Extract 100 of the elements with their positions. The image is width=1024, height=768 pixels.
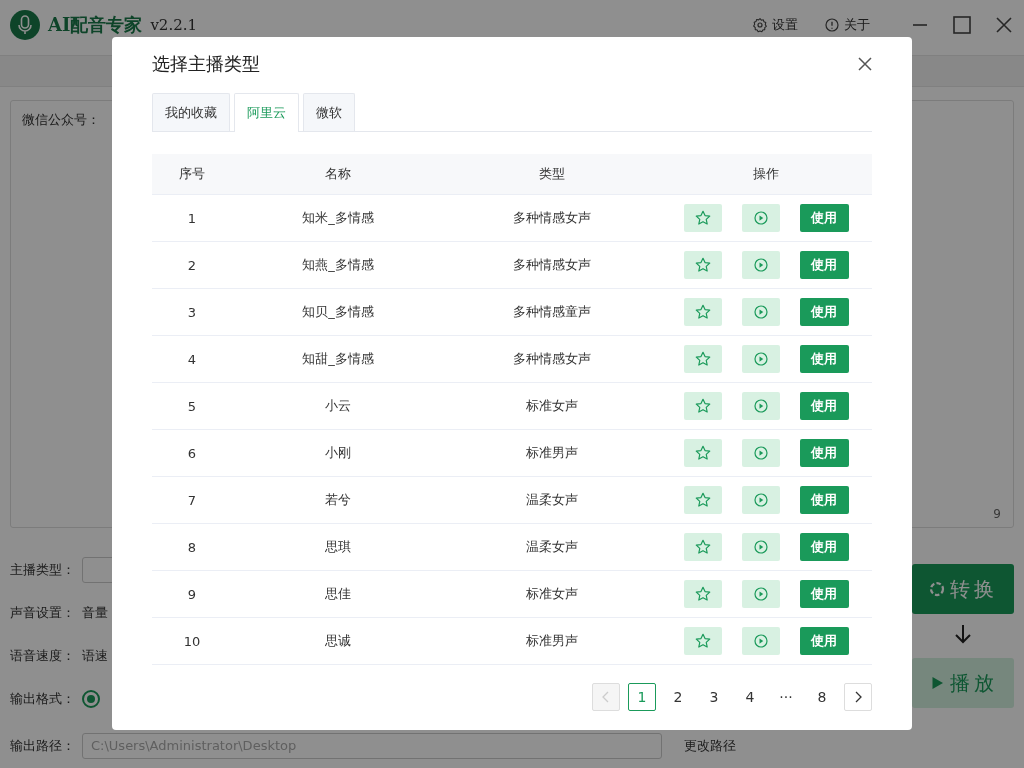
star-button[interactable] [683, 345, 722, 373]
change-path-link[interactable]: 更改路径 [684, 736, 736, 755]
table-cell: 标准女声 [444, 570, 660, 618]
star-button[interactable] [683, 439, 722, 467]
star-button[interactable] [683, 298, 722, 326]
use-button[interactable]: 使用 [799, 486, 849, 514]
star-button[interactable] [683, 627, 722, 655]
table-cell: 知燕_多情感 [232, 241, 444, 289]
play-preview-button[interactable] [741, 204, 780, 232]
column-header: 类型 [444, 154, 660, 195]
star-button[interactable] [683, 533, 722, 561]
play-icon [751, 491, 770, 509]
star-icon [693, 256, 712, 274]
play-icon [751, 397, 770, 415]
table-cell: 标准女声 [444, 382, 660, 430]
star-button[interactable] [683, 486, 722, 514]
play-icon [751, 256, 770, 274]
format-radio[interactable] [82, 689, 100, 708]
table-cell: 温柔女声 [444, 523, 660, 571]
app-title: AI配音专家 [48, 13, 143, 37]
tab[interactable]: 我的收藏 [152, 93, 230, 131]
table-cell: 温柔女声 [444, 476, 660, 524]
column-header: 名称 [232, 154, 444, 195]
use-button[interactable]: 使用 [799, 392, 849, 420]
play-preview-button[interactable] [741, 298, 780, 326]
maximize-icon[interactable] [952, 15, 972, 35]
star-icon [693, 585, 712, 603]
table-cell: 4 [152, 335, 232, 383]
tab[interactable]: 微软 [303, 93, 355, 131]
star-icon [693, 303, 712, 321]
microphone-logo-icon [10, 10, 40, 40]
tab[interactable]: 阿里云 [234, 93, 299, 132]
play-preview-button[interactable] [741, 345, 780, 373]
play-preview-button[interactable] [741, 439, 780, 467]
play-preview-button[interactable] [741, 486, 780, 514]
table-cell: 思佳 [232, 570, 444, 618]
table-cell: 5 [152, 382, 232, 430]
table-cell: 多种情感童声 [444, 288, 660, 336]
page-button[interactable]: 1 [628, 683, 656, 711]
star-icon [693, 632, 712, 650]
close-icon[interactable] [858, 57, 872, 71]
form-label: 语音速度： [10, 646, 76, 665]
next-page-button[interactable] [844, 683, 872, 711]
dialog-title: 选择主播类型 [152, 52, 260, 76]
form-label: 声音设置： [10, 603, 76, 622]
play-icon [751, 303, 770, 321]
use-button[interactable]: 使用 [799, 580, 849, 608]
close-icon[interactable] [994, 15, 1014, 35]
table-cell: 若兮 [232, 476, 444, 524]
play-button[interactable]: 播放 [912, 658, 1014, 708]
table-cell: 知米_多情感 [232, 194, 444, 242]
column-header: 操作 [660, 154, 872, 195]
table-cell: 知贝_多情感 [232, 288, 444, 336]
play-preview-button[interactable] [741, 392, 780, 420]
table-cell: 7 [152, 476, 232, 524]
play-preview-button[interactable] [741, 251, 780, 279]
star-button[interactable] [683, 251, 722, 279]
app-version: v2.2.1 [150, 16, 198, 34]
table-cell: 8 [152, 523, 232, 571]
play-icon [751, 632, 770, 650]
char-counter: 9 [993, 507, 1001, 521]
menu-item[interactable]: 设置 [752, 16, 798, 34]
play-preview-button[interactable] [741, 580, 780, 608]
star-icon [693, 444, 712, 462]
use-button[interactable]: 使用 [799, 204, 849, 232]
table-cell: 思诚 [232, 617, 444, 665]
star-button[interactable] [683, 580, 722, 608]
table-cell: 标准男声 [444, 617, 660, 665]
use-button[interactable]: 使用 [799, 627, 849, 655]
form-label: 主播类型： [10, 560, 76, 579]
editor-text: 微信公众号： [22, 111, 100, 129]
table-cell: 1 [152, 194, 232, 242]
star-button[interactable] [683, 392, 722, 420]
table-cell: 9 [152, 570, 232, 618]
convert-button[interactable]: 转换 [912, 564, 1014, 614]
use-button[interactable]: 使用 [799, 439, 849, 467]
table-cell: 多种情感女声 [444, 194, 660, 242]
play-icon [751, 350, 770, 368]
column-header: 序号 [152, 154, 232, 195]
play-icon [751, 444, 770, 462]
table-cell: 标准男声 [444, 429, 660, 477]
star-button[interactable] [683, 204, 722, 232]
use-button[interactable]: 使用 [799, 251, 849, 279]
table-cell: 多种情感女声 [444, 241, 660, 289]
table-cell: 小云 [232, 382, 444, 430]
table-cell: 3 [152, 288, 232, 336]
play-icon [751, 209, 770, 227]
use-button[interactable]: 使用 [799, 345, 849, 373]
menu-item[interactable]: 关于 [824, 16, 870, 34]
play-preview-button[interactable] [741, 533, 780, 561]
play-preview-button[interactable] [741, 627, 780, 655]
star-icon [693, 209, 712, 227]
info-icon [824, 17, 840, 33]
table-cell: 2 [152, 241, 232, 289]
settings-icon [752, 17, 768, 33]
star-icon [693, 350, 712, 368]
use-button[interactable]: 使用 [799, 298, 849, 326]
play-icon [751, 538, 770, 556]
use-button[interactable]: 使用 [799, 533, 849, 561]
star-icon [693, 538, 712, 556]
